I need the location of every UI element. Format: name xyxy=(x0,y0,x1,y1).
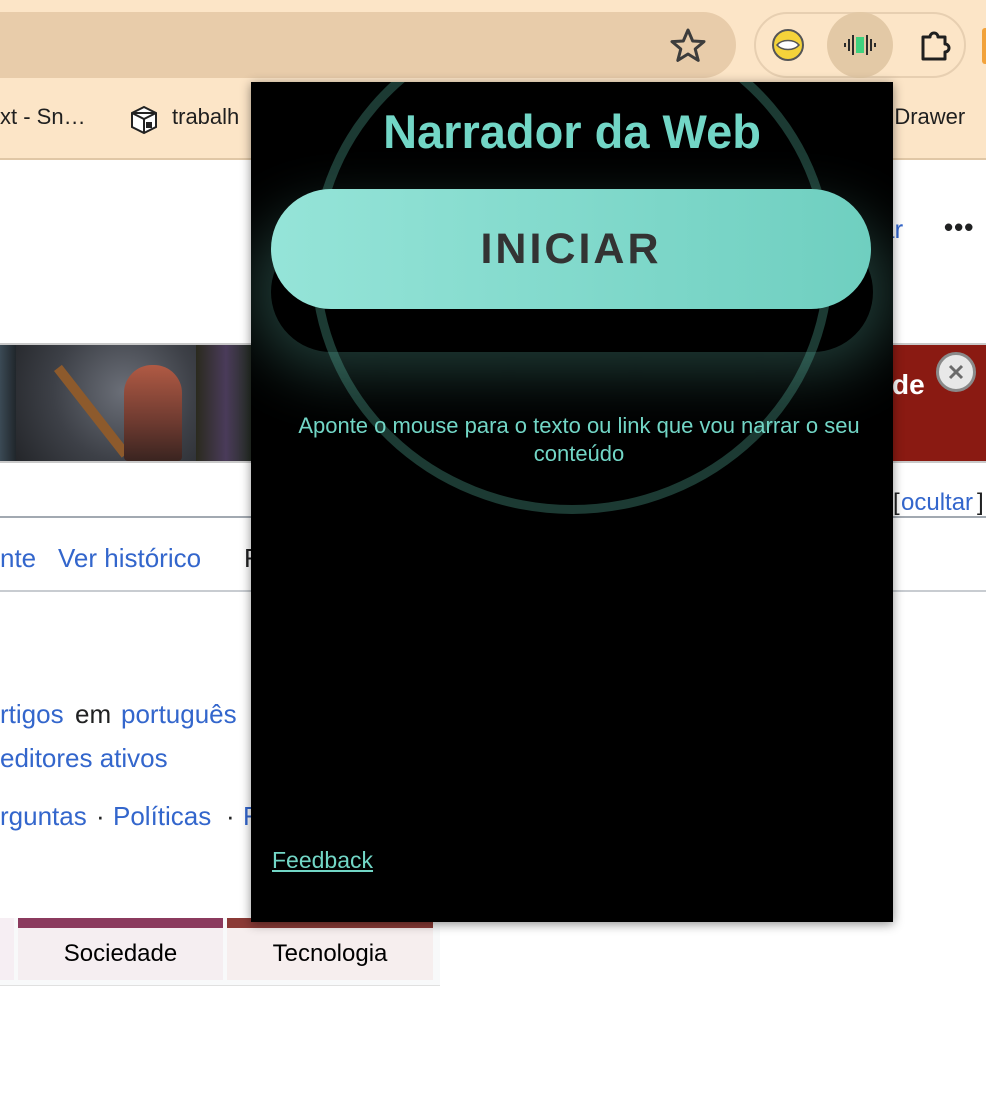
narrator-popup: Narrador da Web INICIAR Aponte o mouse p… xyxy=(251,82,893,922)
narrator-extension-icon[interactable] xyxy=(827,12,893,78)
cube-bookmark-icon xyxy=(128,104,160,141)
separator: · xyxy=(96,801,105,831)
browser-toolbar xyxy=(0,0,986,92)
feedback-link[interactable]: Feedback xyxy=(272,847,373,874)
policies-link[interactable]: Políticas xyxy=(113,801,211,832)
category-row: Sociedade Tecnologia xyxy=(0,918,440,986)
start-button[interactable]: INICIAR xyxy=(271,189,871,309)
hide-bracket: ] xyxy=(977,489,984,516)
category-label: Sociedade xyxy=(63,940,178,967)
bookmark-item[interactable]: xt - Sn… xyxy=(0,104,86,130)
tab-view-history[interactable]: Ver histórico xyxy=(58,543,201,574)
hide-bracket: [ xyxy=(893,489,900,516)
instruction-text: Aponte o mouse para o texto ou link que … xyxy=(298,413,860,466)
bookmark-item[interactable]: trabalh xyxy=(172,104,239,130)
bookmark-star-icon[interactable] xyxy=(668,26,708,66)
banner-photo-figure xyxy=(124,365,182,461)
close-icon[interactable] xyxy=(936,352,976,392)
banner-photo xyxy=(196,345,256,461)
questions-link[interactable]: rguntas xyxy=(0,801,87,832)
profile-edge-accent xyxy=(982,28,986,64)
articles-link[interactable]: rtigos xyxy=(0,699,64,730)
category-label: Tecnologia xyxy=(272,940,388,967)
banner-photo xyxy=(0,345,16,461)
address-bar[interactable] xyxy=(0,12,736,78)
intro-text: em xyxy=(75,699,112,729)
portuguese-link[interactable]: português xyxy=(121,699,237,730)
category-technology[interactable]: Tecnologia xyxy=(227,928,433,980)
puzzle-extension-icon[interactable] xyxy=(912,23,956,67)
more-options-icon[interactable]: ••• xyxy=(944,212,974,243)
active-editors-link[interactable]: editores ativos xyxy=(0,743,168,774)
separator: · xyxy=(226,801,235,831)
banner-text: de xyxy=(892,369,925,400)
category-cell[interactable] xyxy=(0,918,14,980)
tab-edit[interactable]: nte xyxy=(0,543,36,574)
category-society[interactable]: Sociedade xyxy=(18,928,223,980)
banner-photo xyxy=(16,345,196,461)
popup-title: Narrador da Web xyxy=(383,105,761,158)
handshake-extension-icon[interactable] xyxy=(766,23,810,67)
banner-photo-staff xyxy=(54,364,130,458)
category-color-bar xyxy=(18,918,223,928)
hide-link[interactable]: ocultar xyxy=(901,489,973,517)
